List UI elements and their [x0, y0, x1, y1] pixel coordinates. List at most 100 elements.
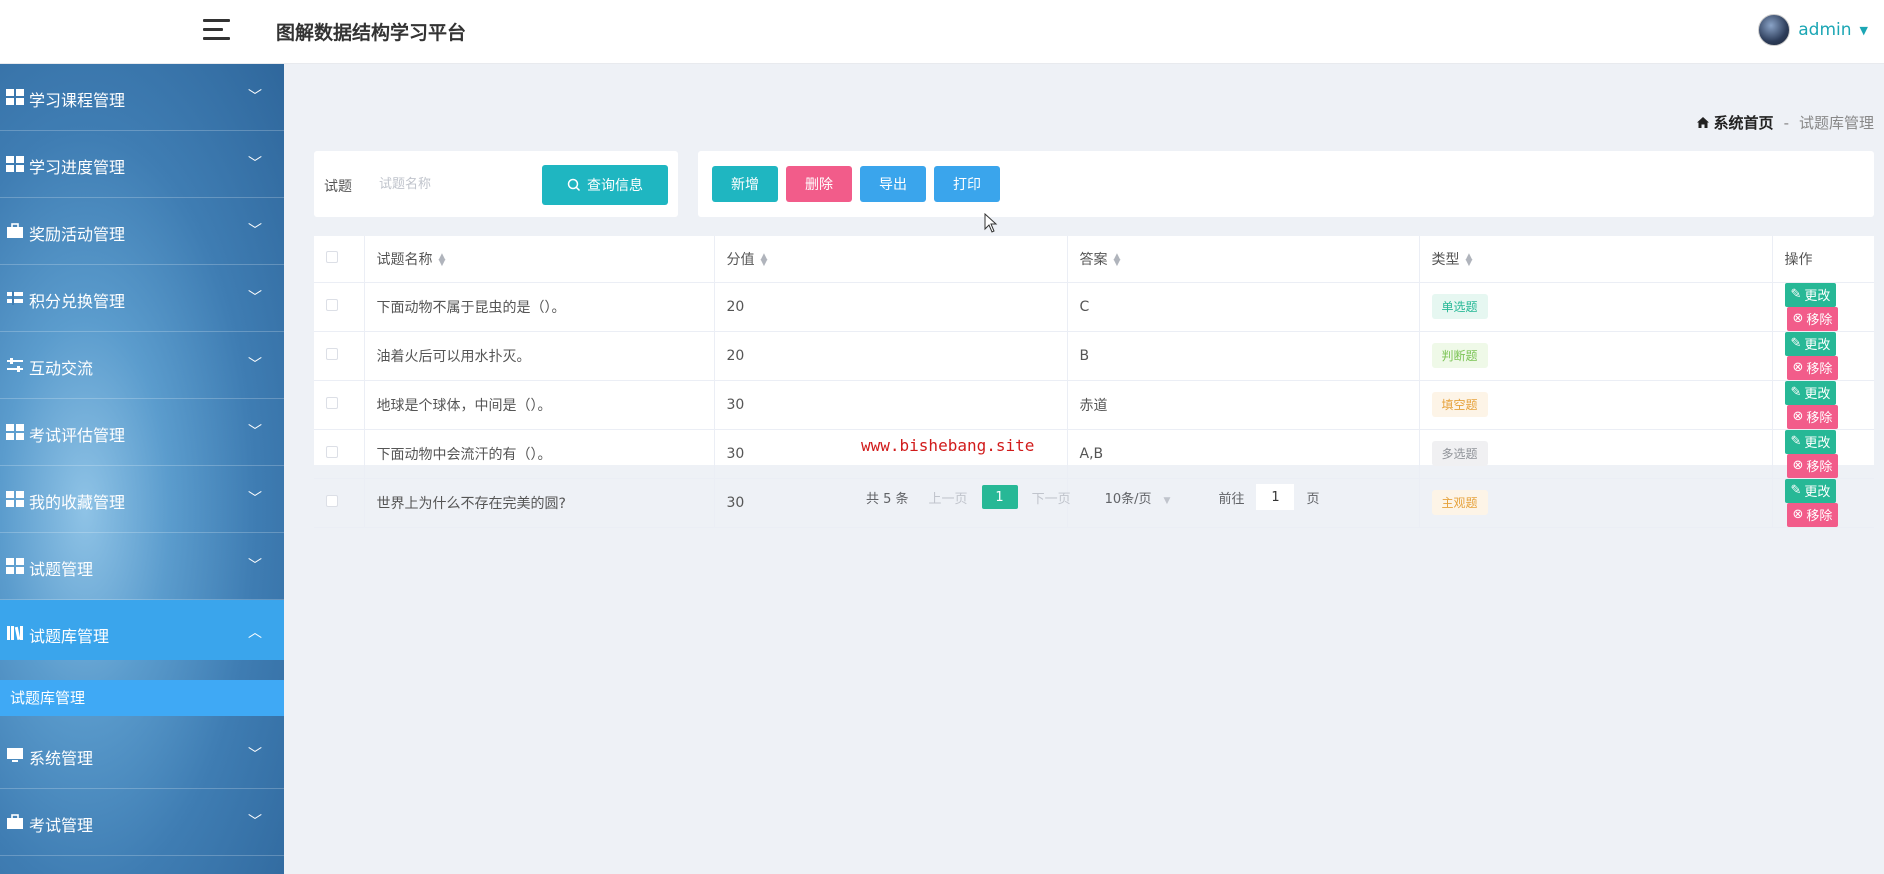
edit-button[interactable]: ✎ 更改 [1784, 282, 1837, 307]
row-checkbox-cell [314, 429, 364, 479]
cell-actions: ✎ 更改 ⊗ 移除 [1771, 380, 1874, 430]
type-tag: 单选题 [1431, 294, 1488, 319]
type-tag: 填空题 [1431, 392, 1488, 417]
pencil-icon: ✎ [1790, 385, 1802, 400]
cell-type: 填空题 [1418, 380, 1772, 430]
sidebar-item-interaction[interactable]: 互动交流 ﹀ [0, 332, 284, 399]
print-button[interactable]: 打印 [934, 166, 1000, 202]
sidebar-item-points[interactable]: 积分兑换管理 ﹀ [0, 265, 284, 332]
remove-button[interactable]: ⊗ 移除 [1786, 306, 1839, 331]
user-menu[interactable]: admin ▼ [1758, 14, 1868, 46]
sidebar-item-progress[interactable]: 学习进度管理 ﹀ [0, 131, 284, 198]
column-header-answer[interactable]: 答案 ▲ ▼ [1066, 236, 1419, 283]
grid-icon [6, 424, 24, 440]
row-checkbox[interactable] [326, 445, 338, 458]
remove-icon: ⊗ [1792, 311, 1804, 326]
edit-button[interactable]: ✎ 更改 [1784, 429, 1837, 454]
page-size-select[interactable]: 10条/页 ▼ [1105, 488, 1171, 507]
prev-page-button[interactable]: 上一页 [929, 488, 968, 507]
chevron-down-icon: ﹀ [248, 89, 262, 105]
search-panel: 试题 查询信息 [314, 151, 678, 217]
sidebar-item-questions[interactable]: 试题管理 ﹀ [0, 533, 284, 600]
page-size-label: 10条/页 [1104, 491, 1152, 507]
top-header: 图解数据结构学习平台 admin ▼ [0, 0, 1884, 64]
sort-icon[interactable]: ▲ ▼ [1466, 252, 1473, 267]
cell-actions: ✎ 更改 ⊗ 移除 [1771, 331, 1874, 381]
goto-page-input[interactable] [1256, 484, 1295, 510]
cell-name: 下面动物不属于昆虫的是（）。 [363, 282, 714, 332]
export-button[interactable]: 导出 [860, 166, 926, 202]
sidebar-item-label: 奖励活动管理 [29, 225, 126, 244]
select-all-checkbox[interactable] [326, 250, 338, 263]
sidebar-item-course[interactable]: 学习课程管理 ﹀ [0, 64, 284, 131]
cell-actions: ✎ 更改 ⊗ 移除 [1771, 282, 1874, 332]
row-checkbox[interactable] [326, 396, 338, 409]
edit-button[interactable]: ✎ 更改 [1784, 478, 1837, 503]
user-name: admin [1798, 20, 1852, 40]
remove-icon: ⊗ [1792, 458, 1804, 473]
watermark: www.bishebang.site [861, 436, 1035, 455]
row-checkbox[interactable] [326, 494, 338, 507]
cell-name: 下面动物中会流汗的有（）。 [363, 429, 714, 479]
edit-label: 更改 [1804, 485, 1831, 500]
sidebar-item-favorites[interactable]: 我的收藏管理 ﹀ [0, 466, 284, 533]
remove-button[interactable]: ⊗ 移除 [1786, 404, 1839, 429]
table-row: 下面动物中会流汗的有（）。 30 A,B 多选题 ✎ 更改 ⊗ 移除 [314, 429, 1874, 479]
row-checkbox-cell [314, 478, 364, 528]
grid-icon [6, 156, 24, 172]
edit-label: 更改 [1804, 387, 1831, 402]
breadcrumb-home[interactable]: 系统首页 [1696, 112, 1774, 133]
sidebar-item-exam-eval[interactable]: 考试评估管理 ﹀ [0, 399, 284, 466]
sidebar-subitem-question-bank[interactable]: 试题库管理 [0, 680, 284, 716]
sidebar-item-exam[interactable]: 考试管理 ﹀ [0, 789, 284, 856]
chevron-down-icon: ﹀ [248, 814, 262, 830]
goto-label: 前往 [1218, 491, 1245, 507]
book-icon [7, 626, 23, 641]
avatar [1758, 14, 1791, 46]
sidebar-item-label: 互动交流 [29, 359, 94, 378]
row-checkbox[interactable] [326, 298, 338, 311]
sidebar-item-reward[interactable]: 奖励活动管理 ﹀ [0, 198, 284, 265]
monitor-icon [7, 748, 23, 762]
delete-button[interactable]: 删除 [786, 166, 852, 202]
row-checkbox[interactable] [326, 347, 338, 360]
remove-button[interactable]: ⊗ 移除 [1786, 502, 1839, 527]
next-page-button[interactable]: 下一页 [1032, 488, 1071, 507]
cell-answer: B [1066, 331, 1419, 381]
sort-icon[interactable]: ▲ ▼ [439, 252, 446, 267]
sidebar-item-label: 积分兑换管理 [29, 292, 126, 311]
sidebar-item-label: 试题库管理 [29, 627, 110, 646]
table-header-row: 试题名称 ▲ ▼ 分值 ▲ ▼ 答案 ▲ ▼ 类型 ▲ ▼ 操作 [314, 236, 1874, 283]
column-header-name[interactable]: 试题名称 ▲ ▼ [363, 236, 714, 283]
sort-icon[interactable]: ▲ ▼ [1114, 252, 1121, 267]
sidebar-item-system[interactable]: 系统管理 ﹀ [0, 722, 284, 789]
column-header-type[interactable]: 类型 ▲ ▼ [1418, 236, 1772, 283]
cell-type: 单选题 [1418, 282, 1772, 332]
edit-button[interactable]: ✎ 更改 [1784, 380, 1837, 405]
remove-button[interactable]: ⊗ 移除 [1786, 355, 1839, 380]
cell-name: 世界上为什么不存在完美的圆? [363, 478, 714, 528]
add-button[interactable]: 新增 [712, 166, 778, 202]
action-panel: 新增 删除 导出 打印 [698, 151, 1874, 217]
sidebar-item-label: 系统管理 [29, 749, 94, 768]
search-input[interactable] [370, 167, 540, 201]
remove-button[interactable]: ⊗ 移除 [1786, 453, 1839, 478]
column-label: 操作 [1784, 251, 1813, 268]
sort-icon[interactable]: ▲ ▼ [761, 252, 768, 267]
page-number-button[interactable]: 1 [981, 485, 1018, 509]
row-checkbox-cell [314, 282, 364, 332]
menu-toggle-icon[interactable] [203, 17, 230, 41]
column-header-score[interactable]: 分值 ▲ ▼ [713, 236, 1067, 283]
sliders-icon [7, 358, 23, 372]
chevron-down-icon: ﹀ [248, 491, 262, 507]
caret-down-icon: ▼ [1859, 23, 1868, 37]
pencil-icon: ✎ [1790, 434, 1802, 449]
edit-label: 更改 [1804, 436, 1831, 451]
search-button[interactable]: 查询信息 [542, 165, 668, 205]
edit-button[interactable]: ✎ 更改 [1784, 331, 1837, 356]
home-icon [1696, 117, 1709, 128]
breadcrumb: 系统首页 - 试题库管理 [1696, 112, 1874, 133]
column-label: 类型 [1431, 251, 1460, 268]
sidebar-item-question-bank[interactable]: 试题库管理 ︿ [0, 600, 284, 660]
chevron-down-icon: ﹀ [248, 223, 262, 239]
